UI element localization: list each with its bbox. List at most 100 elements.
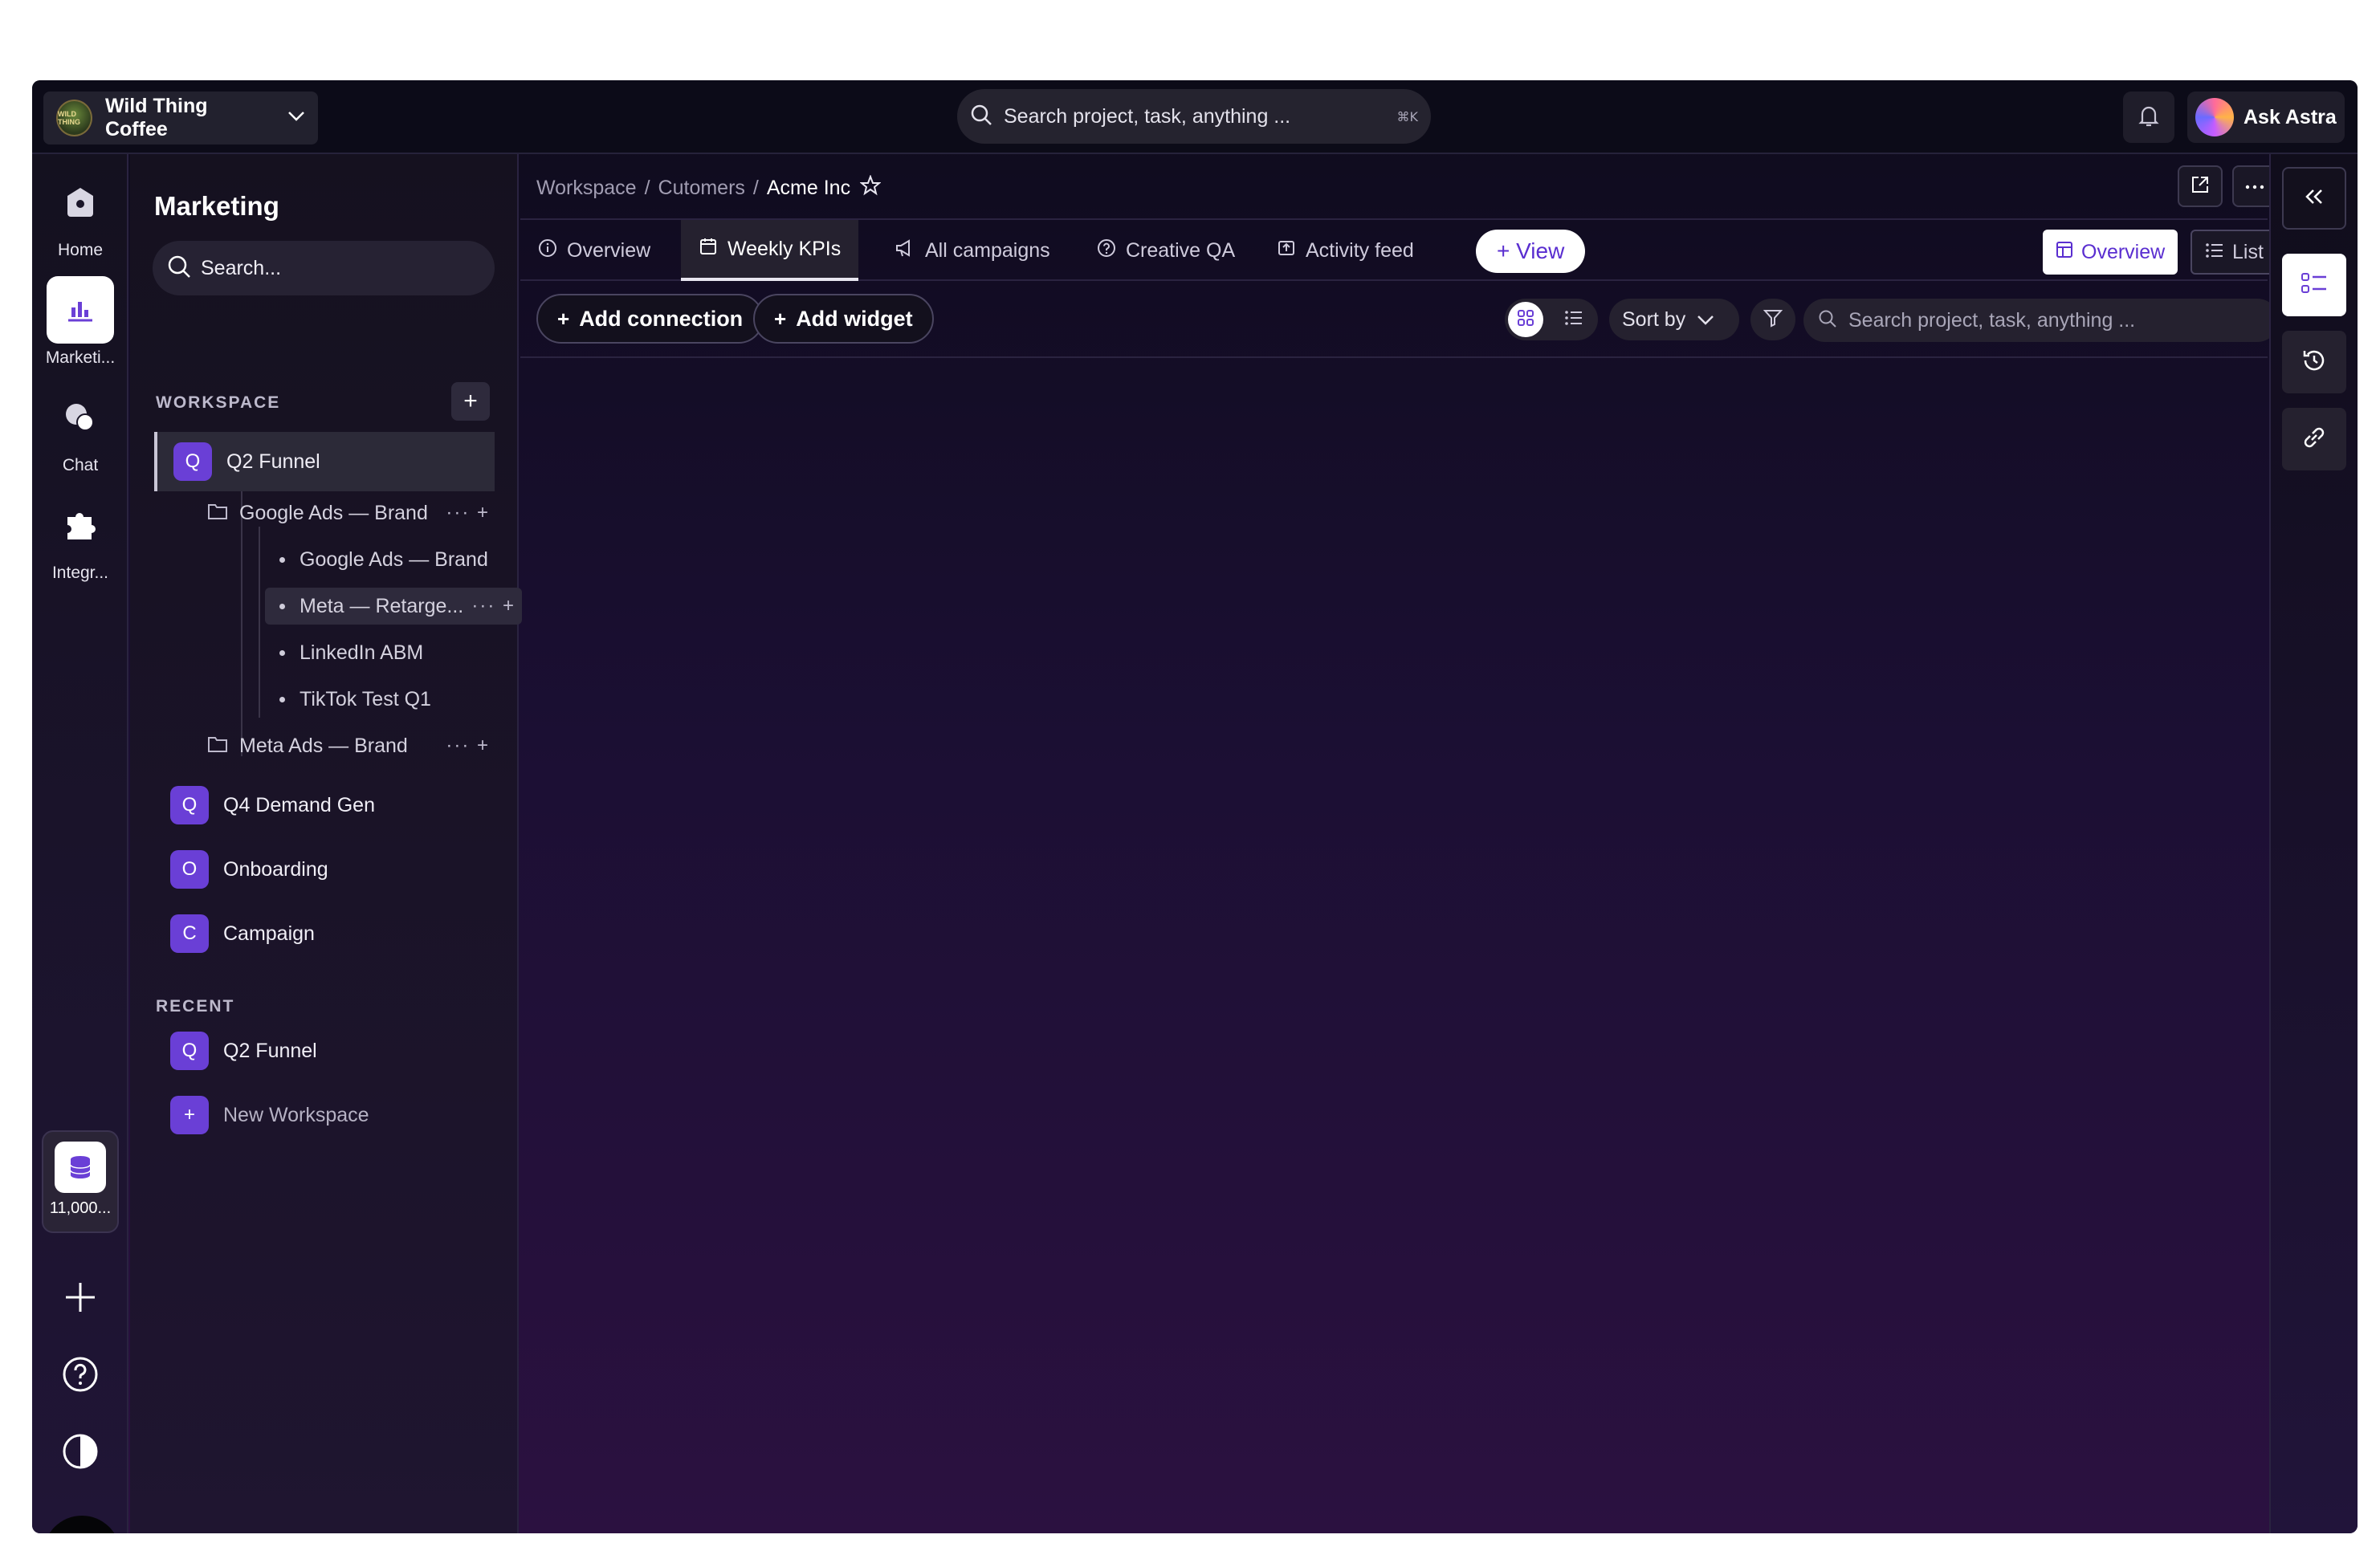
tab-overview[interactable]: Overview: [520, 220, 668, 281]
tab-all-campaigns[interactable]: All campaigns: [877, 220, 1068, 281]
layout-overview-button[interactable]: Overview: [2043, 230, 2178, 275]
info-icon: [538, 238, 557, 263]
star-icon[interactable]: [859, 173, 882, 201]
home-icon: [47, 169, 114, 236]
plus-icon: +: [463, 388, 478, 414]
list-item[interactable]: TikTok Test Q1: [265, 681, 524, 718]
list-item-actions[interactable]: ··· +: [471, 595, 516, 617]
sort-label: Sort by: [1622, 307, 1686, 331]
tasks-panel-button[interactable]: [2282, 254, 2346, 316]
workspace-item-q4-demand-gen[interactable]: Q Q4 Demand Gen: [154, 775, 495, 835]
folder-meta-ads-brand[interactable]: Meta Ads — Brand ··· +: [207, 727, 496, 764]
help-circle-icon: [62, 1356, 99, 1397]
dashboard-canvas: [520, 360, 2268, 1533]
sidebar-title: Marketing: [154, 191, 279, 221]
workspace-switcher[interactable]: WILD THING Wild Thing Coffee: [43, 92, 318, 145]
credits-widget[interactable]: 11,000...: [42, 1130, 119, 1233]
chat-icon: [47, 384, 114, 451]
checklist-icon: [2301, 271, 2328, 299]
list-item-label: Google Ads — Brand: [300, 547, 488, 571]
list-icon: [2205, 241, 2224, 264]
breadcrumb-separator: /: [752, 176, 759, 199]
top-bar: WILD THING Wild Thing Coffee Search proj…: [32, 80, 2358, 154]
links-panel-button[interactable]: [2282, 408, 2346, 470]
add-workspace-button[interactable]: +: [451, 382, 490, 421]
user-avatar[interactable]: JD: [43, 1516, 120, 1533]
recent-section-label: RECENT: [156, 997, 235, 1016]
folder-label: Meta Ads — Brand: [239, 734, 408, 757]
app-rail: Home Marketi... Chat Integr... 11,000...: [32, 154, 128, 1533]
sidebar-search-input[interactable]: Search...: [153, 241, 495, 295]
layout-list-button[interactable]: List: [2190, 230, 2278, 275]
bullet-icon: [279, 603, 285, 609]
rail-item-home[interactable]: Home: [32, 169, 128, 260]
recent-item-q2-funnel[interactable]: Q Q2 Funnel: [154, 1021, 495, 1081]
add-view-button[interactable]: + View: [1476, 230, 1586, 273]
breadcrumb-item[interactable]: Cutomers: [658, 177, 745, 200]
tab-label: Weekly KPIs: [727, 237, 842, 260]
add-connection-button[interactable]: + Add connection: [536, 294, 764, 344]
puzzle-icon: [47, 491, 114, 559]
grid-view-toggle[interactable]: [1508, 302, 1543, 337]
ask-astra-button[interactable]: Ask Astra: [2187, 92, 2345, 143]
workspace-item-q2-funnel[interactable]: Q Q2 Funnel: [154, 432, 495, 491]
plus-icon: +: [170, 1096, 209, 1134]
chart-icon: [47, 276, 114, 344]
toolbar-search-input[interactable]: Search project, task, anything ...: [1803, 299, 2279, 342]
rail-label-marketing: Marketi...: [45, 348, 116, 367]
bell-icon: [2138, 104, 2160, 132]
list-item[interactable]: LinkedIn ABM: [265, 634, 524, 671]
rail-item-integrations[interactable]: Integr...: [32, 491, 128, 583]
workspace-item-campaign[interactable]: C Campaign: [154, 904, 495, 963]
folder-google-ads-brand[interactable]: Google Ads — Brand ··· +: [207, 495, 496, 531]
tab-label: Activity feed: [1306, 238, 1414, 262]
more-horizontal-icon: [2245, 179, 2264, 193]
folder-row-actions[interactable]: ··· +: [446, 502, 490, 524]
breadcrumb-item[interactable]: Workspace: [536, 177, 637, 200]
add-button[interactable]: [55, 1273, 106, 1325]
theme-toggle-button[interactable]: [55, 1427, 106, 1479]
tab-activity-feed[interactable]: Activity feed: [1259, 220, 1432, 281]
workspace-badge: Q: [173, 442, 212, 481]
workspace-item-onboarding[interactable]: O Onboarding: [154, 840, 495, 899]
add-widget-button[interactable]: + Add widget: [753, 294, 934, 344]
search-icon: [1818, 309, 1837, 332]
credits-label: 11,000...: [49, 1199, 112, 1217]
global-search[interactable]: Search project, task, anything ... ⌘K: [957, 89, 1431, 144]
rail-item-chat[interactable]: Chat: [32, 384, 128, 475]
database-icon: [55, 1142, 106, 1193]
workspace-logo: WILD THING: [56, 100, 92, 136]
right-panel-rail: [2269, 154, 2358, 1533]
list-item-label: LinkedIn ABM: [300, 641, 424, 664]
folder-icon: [207, 735, 228, 757]
astra-orb-icon: [2195, 98, 2234, 136]
tab-creative-qa[interactable]: Creative QA: [1079, 220, 1253, 281]
layout-overview-label: Overview: [2081, 240, 2166, 263]
toolbar-search-placeholder: Search project, task, anything ...: [1848, 308, 2136, 332]
list-view-toggle[interactable]: [1556, 302, 1591, 337]
folder-icon: [207, 503, 228, 524]
collapse-panel-button[interactable]: [2282, 167, 2346, 230]
help-button[interactable]: [55, 1350, 106, 1402]
breadcrumb: Workspace / Cutomers / Acme Inc: [536, 172, 882, 204]
history-panel-button[interactable]: [2282, 331, 2346, 393]
history-icon: [2301, 348, 2327, 377]
rail-item-marketing[interactable]: Marketi...: [32, 276, 128, 368]
workspace-badge: Q: [170, 786, 209, 824]
list-item[interactable]: Google Ads — Brand: [265, 541, 524, 578]
sort-dropdown[interactable]: Sort by: [1609, 299, 1739, 340]
notifications-button[interactable]: [2123, 92, 2174, 143]
layout-icon: [2056, 241, 2073, 264]
new-workspace-button[interactable]: + New Workspace: [154, 1085, 495, 1145]
chevrons-left-icon: [2304, 188, 2325, 210]
folder-row-actions[interactable]: ··· +: [446, 735, 490, 757]
open-external-button[interactable]: [2178, 165, 2223, 207]
list-item[interactable]: Meta — Retarge... ··· +: [265, 588, 522, 625]
contrast-icon: [62, 1433, 99, 1474]
filter-button[interactable]: [1750, 299, 1795, 340]
help-circle-icon: [1097, 238, 1116, 263]
grid-icon: [1517, 309, 1534, 331]
tab-weekly-kpis[interactable]: Weekly KPIs: [681, 220, 859, 281]
workspace-badge: Q: [170, 1032, 209, 1070]
layout-toggle: [1505, 299, 1598, 340]
